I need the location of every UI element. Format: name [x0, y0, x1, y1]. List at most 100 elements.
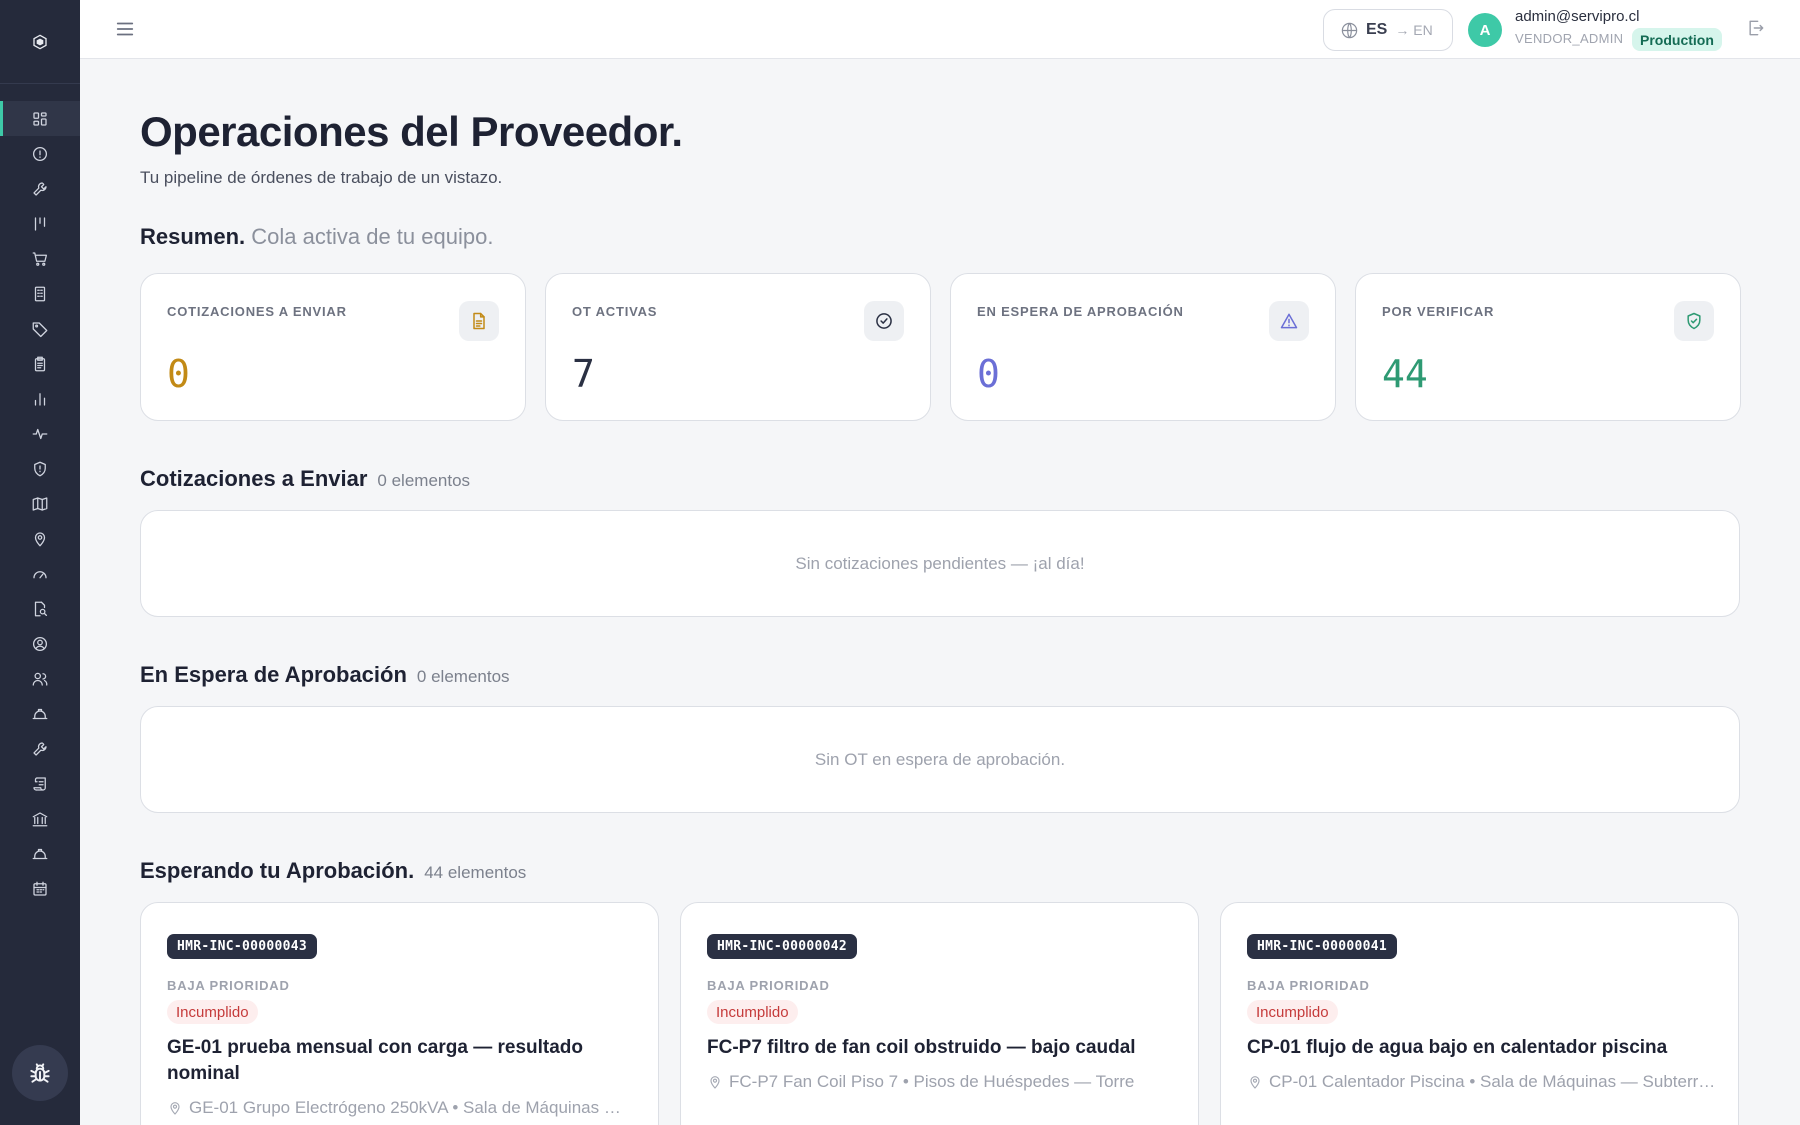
map-pin-icon	[170, 1102, 180, 1115]
work-order-priority: BAJA PRIORIDAD	[1247, 978, 1370, 993]
summary-heading-title: Resumen.	[140, 224, 246, 249]
quotes-section-title: Cotizaciones a Enviar 0 elementos	[140, 466, 470, 492]
stat-label: COTIZACIONES A ENVIAR	[167, 304, 347, 319]
stat-label: EN ESPERA DE APROBACIÓN	[977, 304, 1184, 319]
bar-chart-icon	[34, 392, 46, 406]
wrench-icon	[33, 181, 47, 196]
dashboard-grid-icon	[33, 111, 47, 126]
stat-value: 0	[167, 352, 190, 396]
hard-hat-icon	[32, 708, 48, 719]
hexagon-logo-icon	[33, 34, 47, 49]
section-count: 0 elementos	[377, 471, 471, 490]
stat-icon-wrap	[459, 301, 499, 341]
language-next: → EN	[1395, 22, 1433, 38]
topbar: ES → EN A admin@servipro.cl VENDOR_ADMIN…	[80, 0, 1800, 59]
avatar[interactable]: A	[1468, 13, 1502, 47]
hamburger-icon	[116, 22, 134, 36]
sidebar-item-checklists[interactable]	[0, 346, 80, 381]
work-order-location: CP-01 Calentador Piscina • Sala de Máqui…	[1247, 1072, 1717, 1092]
status-badge: Incumplido	[1247, 1000, 1338, 1024]
sidebar	[0, 0, 80, 1125]
location-text: GE-01 Grupo Electrógeno 250kVA • Sala de…	[189, 1098, 637, 1117]
stat-card-to-verify[interactable]: POR VERIFICAR 44	[1355, 273, 1741, 421]
stat-value: 44	[1382, 352, 1428, 396]
page-title: Operaciones del Proveedor.	[140, 108, 683, 155]
sidebar-item-contracts[interactable]	[0, 766, 80, 801]
stat-value: 0	[977, 352, 1000, 396]
report-bug-button[interactable]	[12, 1045, 68, 1101]
sidebar-item-map[interactable]	[0, 486, 80, 521]
sidebar-item-incidents[interactable]	[0, 136, 80, 171]
sidebar-item-maintenance[interactable]	[0, 171, 80, 206]
sidebar-item-tools[interactable]	[0, 731, 80, 766]
sidebar-item-locations[interactable]	[0, 521, 80, 556]
sidebar-item-reports[interactable]	[0, 381, 80, 416]
sidebar-item-purchases[interactable]	[0, 241, 80, 276]
map-pin-icon	[34, 531, 46, 546]
work-order-id: HMR-INC-00000042	[707, 934, 858, 959]
building-icon	[34, 286, 46, 301]
users-icon	[32, 672, 48, 686]
sidebar-item-tags[interactable]	[0, 311, 80, 346]
sidebar-item-meters[interactable]	[0, 556, 80, 591]
user-role: VENDOR_ADMIN	[1515, 31, 1624, 46]
bank-icon	[32, 811, 48, 826]
sidebar-item-contractors[interactable]	[0, 696, 80, 731]
map-icon	[32, 496, 48, 511]
sidebar-item-safety[interactable]	[0, 836, 80, 871]
stat-card-active-wo[interactable]: OT ACTIVAS 7	[545, 273, 931, 421]
user-email: admin@servipro.cl	[1515, 8, 1640, 25]
shield-icon	[34, 461, 46, 476]
summary-heading-sub: Cola activa de tu equipo.	[251, 224, 494, 249]
section-title-text: Cotizaciones a Enviar	[140, 466, 368, 491]
stat-label: POR VERIFICAR	[1382, 304, 1495, 319]
hard-hat-alt-icon	[32, 848, 48, 859]
bug-icon	[30, 1063, 50, 1083]
sidebar-item-buildings[interactable]	[0, 276, 80, 311]
section-title-text: Esperando tu Aprobación.	[140, 858, 415, 883]
logout-button[interactable]	[1746, 18, 1768, 40]
sidebar-item-calendar[interactable]	[0, 871, 80, 906]
sidebar-item-finance[interactable]	[0, 801, 80, 836]
logout-icon	[1749, 20, 1764, 36]
page-subtitle: Tu pipeline de órdenes de trabajo de un …	[140, 168, 503, 187]
wrench-alt-icon	[33, 741, 47, 756]
warning-triangle-icon	[1280, 313, 1298, 329]
work-order-priority: BAJA PRIORIDAD	[707, 978, 830, 993]
work-order-title: CP-01 flujo de agua bajo en calentador p…	[1247, 1037, 1668, 1058]
sidebar-item-audits[interactable]	[0, 591, 80, 626]
work-order-title: GE-01 prueba mensual con carga — resulta…	[167, 1037, 584, 1084]
stat-icon-wrap	[864, 301, 904, 341]
work-order-id: HMR-INC-00000043	[167, 934, 318, 959]
work-order-location: GE-01 Grupo Electrógeno 250kVA • Sala de…	[167, 1098, 637, 1118]
tag-icon	[32, 321, 48, 337]
stat-card-quotes[interactable]: COTIZACIONES A ENVIAR 0	[140, 273, 526, 421]
language-current: ES	[1366, 21, 1388, 38]
status-badge: Incumplido	[167, 1000, 258, 1024]
waiting-empty-state: Sin OT en espera de aprobación.	[140, 706, 1740, 813]
stat-card-pending-approval[interactable]: EN ESPERA DE APROBACIÓN 0	[950, 273, 1336, 421]
cart-icon	[32, 251, 48, 266]
location-text: FC-P7 Fan Coil Piso 7 • Pisos de Huésped…	[729, 1072, 1135, 1091]
sidebar-item-dashboard[interactable]	[0, 101, 80, 136]
section-count: 44 elementos	[424, 863, 527, 882]
language-switch-button[interactable]: ES → EN	[1323, 9, 1453, 51]
alert-circle-icon	[32, 146, 48, 161]
logo[interactable]	[0, 0, 80, 84]
sidebar-item-users[interactable]	[0, 661, 80, 696]
summary-heading: Resumen. Cola activa de tu equipo.	[140, 224, 493, 250]
gauge-icon	[33, 570, 47, 578]
shield-check-icon	[1687, 312, 1701, 330]
work-order-card[interactable]: HMR-INC-00000041 BAJA PRIORIDAD Incumpli…	[1220, 902, 1739, 1125]
sidebar-item-profile[interactable]	[0, 626, 80, 661]
stat-label: OT ACTIVAS	[572, 304, 658, 319]
work-order-card[interactable]: HMR-INC-00000043 BAJA PRIORIDAD Incumpli…	[140, 902, 659, 1125]
menu-toggle-button[interactable]	[114, 18, 136, 40]
sidebar-item-kanban[interactable]	[0, 206, 80, 241]
stat-icon-wrap	[1674, 301, 1714, 341]
work-order-card[interactable]: HMR-INC-00000042 BAJA PRIORIDAD Incumpli…	[680, 902, 1199, 1125]
sidebar-item-activity[interactable]	[0, 416, 80, 451]
sidebar-item-security[interactable]	[0, 451, 80, 486]
stat-icon-wrap	[1269, 301, 1309, 341]
map-pin-icon	[710, 1076, 720, 1089]
